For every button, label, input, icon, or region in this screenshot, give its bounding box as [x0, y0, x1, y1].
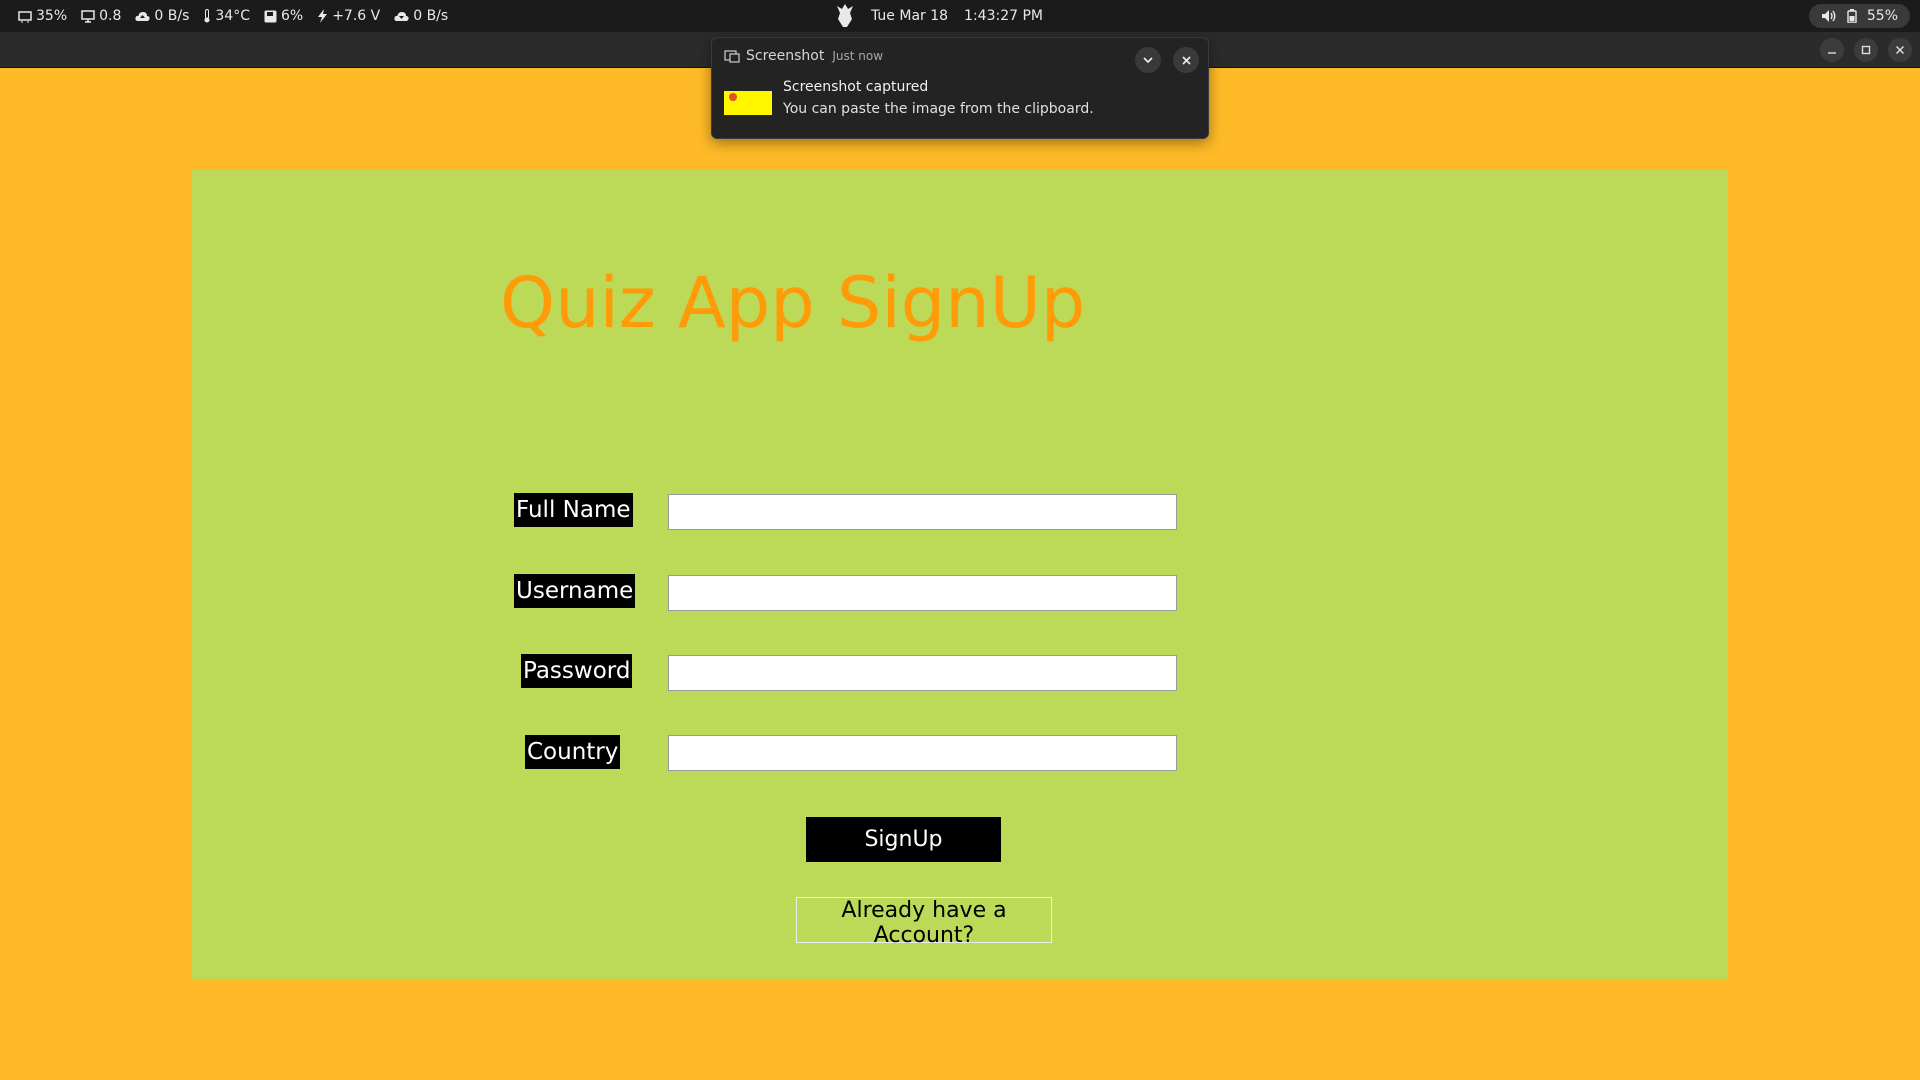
battery-icon: [1847, 9, 1857, 23]
download-stat: 0 B/s: [394, 8, 448, 24]
maximize-icon: [1861, 45, 1871, 55]
thermometer-icon: [204, 9, 210, 23]
clock[interactable]: Tue Mar 18 1:43:27 PM: [835, 0, 1043, 32]
clock-time: 1:43:27 PM: [964, 8, 1043, 24]
cloud-download-icon: [394, 11, 409, 21]
username-label: Username: [514, 574, 636, 608]
screenshot-thumbnail: [724, 91, 772, 115]
notification-title: Screenshot captured: [783, 79, 929, 95]
system-top-bar: 35% 0.8 0 B/s 34°C 6% +7.6 V 0 B/s Tue M…: [0, 0, 1920, 32]
signup-panel: Quiz App SignUp Full Name Username Passw…: [192, 170, 1728, 979]
monitor-stat: 0.8: [81, 8, 121, 24]
notification-body: You can paste the image from the clipboa…: [783, 101, 1094, 117]
country-label: Country: [525, 735, 621, 769]
clock-date: Tue Mar 18: [871, 8, 949, 24]
voltage-stat: +7.6 V: [317, 8, 380, 24]
load-value: 0.8: [99, 8, 122, 24]
login-link-button[interactable]: Already have a Account?: [796, 897, 1052, 948]
full-name-label: Full Name: [514, 493, 633, 527]
cpu-value: 35%: [36, 8, 68, 24]
volume-icon: [1821, 10, 1836, 22]
voltage-value: +7.6 V: [332, 8, 381, 24]
lightning-icon: [318, 9, 328, 23]
temperature-value: 34°C: [215, 8, 250, 24]
screenshot-app-icon: [724, 50, 740, 63]
thumbnail-dot: [729, 93, 737, 101]
upload-value: 0 B/s: [154, 8, 190, 24]
full-name-input[interactable]: [668, 494, 1177, 530]
system-monitor-stats[interactable]: 35% 0.8 0 B/s 34°C 6% +7.6 V 0 B/s: [18, 0, 448, 32]
page-title: Quiz App SignUp: [500, 262, 1086, 344]
battery-percent: 55%: [1866, 8, 1898, 24]
temperature-stat: 34°C: [203, 8, 250, 24]
close-icon: [1181, 55, 1191, 65]
upload-stat: 0 B/s: [135, 8, 189, 24]
screenshot-notification[interactable]: Screenshot Just now Screenshot captured …: [711, 37, 1209, 139]
username-input[interactable]: [668, 575, 1177, 611]
country-input[interactable]: [668, 735, 1177, 771]
system-tray[interactable]: 55%: [1808, 4, 1910, 28]
notification-expand-button[interactable]: [1135, 47, 1161, 73]
minimize-button[interactable]: [1820, 38, 1844, 62]
window-controls: [1820, 38, 1912, 62]
notification-time: Just now: [832, 49, 884, 63]
minimize-icon: [1828, 52, 1836, 54]
notification-header: Screenshot Just now: [724, 48, 883, 64]
lion-logo-icon: [837, 4, 853, 27]
monitor-icon: [81, 9, 95, 23]
password-input[interactable]: [668, 655, 1177, 691]
notification-close-button[interactable]: [1173, 47, 1199, 73]
cloud-upload-icon: [135, 11, 150, 21]
download-value: 0 B/s: [413, 8, 449, 24]
cpu-icon: [18, 10, 32, 23]
disk-stat: 6%: [264, 8, 303, 24]
window-close-button[interactable]: [1888, 38, 1912, 62]
cpu-stat: 35%: [18, 8, 67, 24]
password-label: Password: [521, 654, 633, 688]
disk-value: 6%: [280, 8, 304, 24]
close-icon: [1896, 46, 1904, 54]
notification-app-name: Screenshot: [746, 48, 825, 64]
chevron-down-icon: [1143, 56, 1153, 63]
disk-icon: [264, 10, 277, 22]
maximize-button[interactable]: [1854, 38, 1878, 62]
signup-button[interactable]: SignUp: [806, 817, 1001, 862]
